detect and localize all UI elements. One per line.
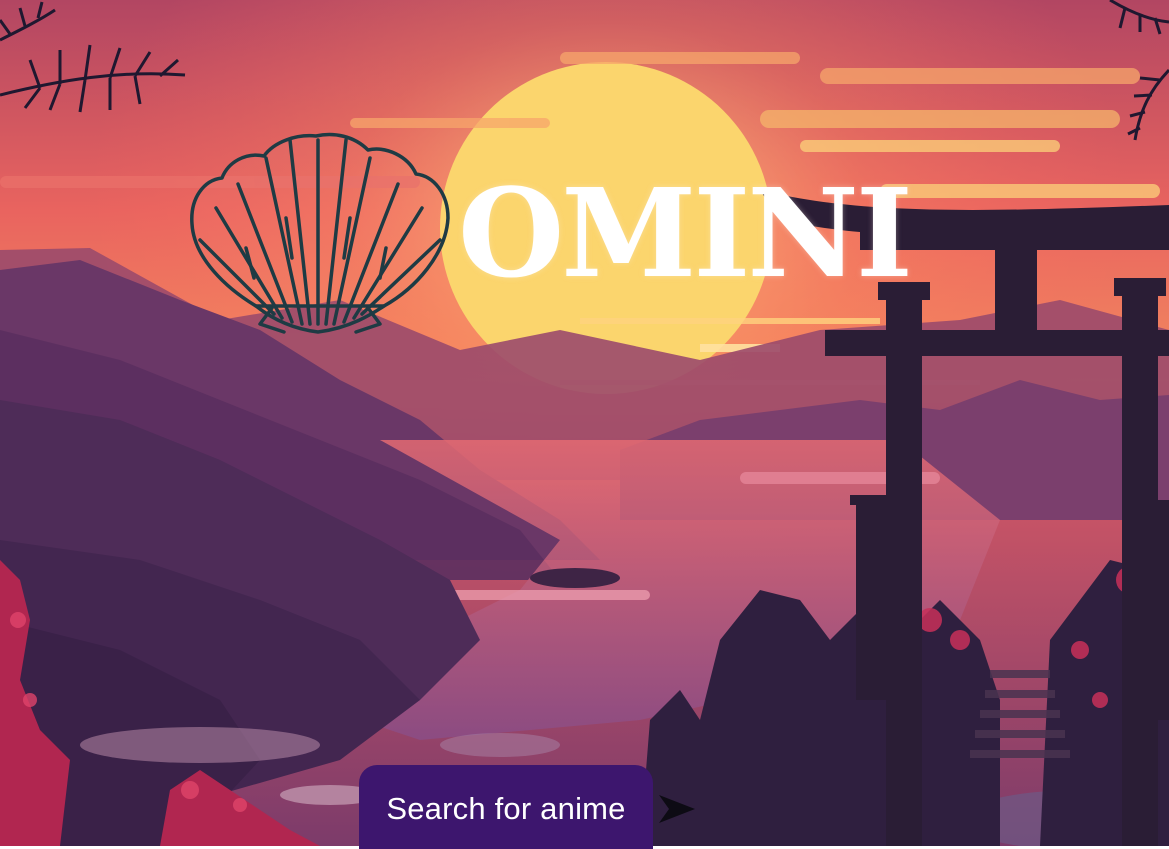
arrow-right-icon[interactable]	[657, 791, 697, 827]
brand-logo: OMINI	[186, 128, 913, 348]
search-anime-button[interactable]: Search for anime	[359, 765, 653, 849]
background-scene	[0, 0, 1169, 846]
scallop-shell-icon	[190, 132, 450, 334]
brand-name: OMINI	[458, 161, 913, 305]
search-label: Search for anime	[386, 791, 626, 826]
